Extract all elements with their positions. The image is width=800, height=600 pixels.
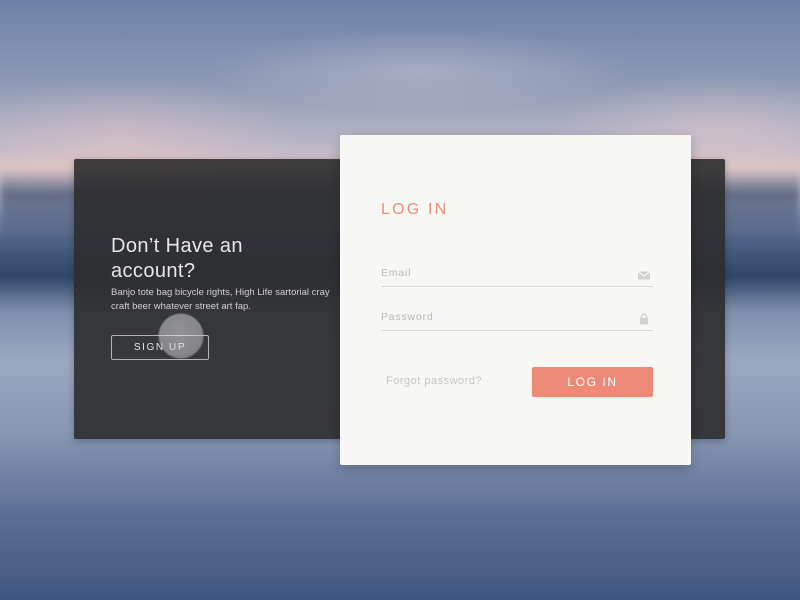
log-in-label: LOG IN: [567, 375, 618, 389]
login-title: LOG IN: [381, 201, 449, 218]
login-card: [340, 135, 691, 465]
email-field[interactable]: Email: [381, 265, 653, 287]
touch-cursor-indicator: [159, 314, 203, 358]
signup-heading: Don’t Have an account?: [111, 235, 243, 282]
lock-icon: [637, 312, 651, 325]
password-placeholder: Password: [381, 311, 434, 323]
password-field[interactable]: Password: [381, 309, 653, 331]
envelope-icon: [637, 268, 651, 280]
forgot-password-link[interactable]: Forgot password?: [386, 375, 482, 387]
log-in-button[interactable]: LOG IN: [532, 367, 653, 397]
email-placeholder: Email: [381, 267, 412, 279]
signup-description: Banjo tote bag bicycle rights, High Life…: [111, 287, 330, 312]
